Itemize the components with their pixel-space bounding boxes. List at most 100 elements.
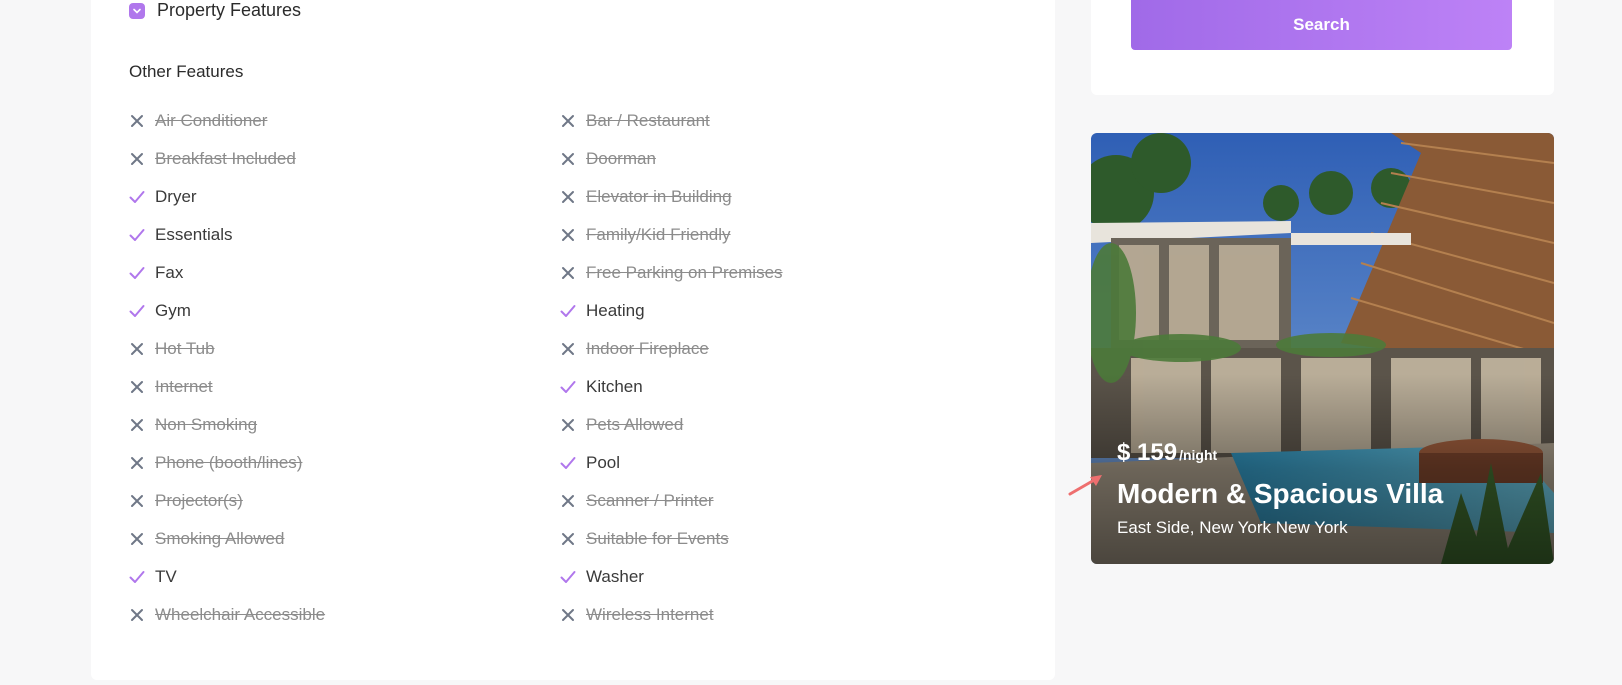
- close-icon: [560, 341, 576, 357]
- close-icon: [129, 151, 145, 167]
- chevron-down-icon: [129, 2, 145, 19]
- features-column-left: Air Conditioner Breakfast Included Dryer Es…: [129, 102, 560, 634]
- check-icon: [129, 227, 145, 243]
- feature-item: TV: [129, 558, 560, 596]
- feature-item: Washer: [560, 558, 991, 596]
- feature-label: Pets Allowed: [586, 415, 684, 434]
- check-icon: [129, 303, 145, 319]
- feature-label: Gym: [155, 301, 191, 320]
- feature-item: Wheelchair Accessible: [129, 596, 560, 634]
- feature-label: TV: [155, 567, 177, 586]
- feature-label: Fax: [155, 263, 184, 282]
- feature-item: Wireless Internet: [560, 596, 991, 634]
- feature-item: Elevator in Building: [560, 178, 991, 216]
- features-card: Property Features Other Features Air Con…: [91, 0, 1055, 680]
- listing-price: $ 159/night: [1117, 439, 1217, 467]
- listing-title[interactable]: Modern & Spacious Villa: [1117, 478, 1443, 510]
- listing-card[interactable]: $ 159/night Modern & Spacious Villa East…: [1091, 133, 1554, 564]
- close-icon: [560, 417, 576, 433]
- feature-item: Scanner / Printer: [560, 482, 991, 520]
- close-icon: [560, 265, 576, 281]
- feature-label: Indoor Fireplace: [586, 339, 709, 358]
- search-button[interactable]: Search: [1131, 0, 1512, 50]
- feature-label: Kitchen: [586, 377, 643, 396]
- feature-item: Hot Tub: [129, 330, 560, 368]
- feature-item: Heating: [560, 292, 991, 330]
- feature-item: Gym: [129, 292, 560, 330]
- feature-label: Dryer: [155, 187, 197, 206]
- feature-label: Phone (booth/lines): [155, 453, 303, 472]
- check-icon: [129, 189, 145, 205]
- close-icon: [560, 227, 576, 243]
- check-icon: [560, 455, 576, 471]
- close-icon: [129, 417, 145, 433]
- close-icon: [560, 113, 576, 129]
- feature-item: Air Conditioner: [129, 102, 560, 140]
- feature-label: Free Parking on Premises: [586, 263, 783, 282]
- feature-label: Wheelchair Accessible: [155, 605, 326, 624]
- close-icon: [129, 607, 145, 623]
- features-list: Air Conditioner Breakfast Included Dryer Es…: [129, 102, 1009, 634]
- feature-label: Washer: [586, 567, 644, 586]
- feature-item: Dryer: [129, 178, 560, 216]
- feature-label: Bar / Restaurant: [586, 111, 710, 130]
- feature-label: Heating: [586, 301, 645, 320]
- close-icon: [560, 493, 576, 509]
- feature-item: Smoking Allowed: [129, 520, 560, 558]
- feature-label: Suitable for Events: [586, 529, 729, 548]
- feature-item: Family/Kid Friendly: [560, 216, 991, 254]
- feature-label: Doorman: [586, 149, 656, 168]
- feature-label: Non Smoking: [155, 415, 258, 434]
- feature-label: Elevator in Building: [586, 187, 732, 206]
- feature-item: Suitable for Events: [560, 520, 991, 558]
- feature-label: Internet: [155, 377, 213, 396]
- search-card: Search: [1091, 0, 1554, 95]
- close-icon: [129, 455, 145, 471]
- feature-label: Air Conditioner: [155, 111, 268, 130]
- property-features-toggle[interactable]: Property Features: [129, 0, 301, 21]
- cursor-arrow-icon: [1068, 475, 1102, 496]
- feature-item: Internet: [129, 368, 560, 406]
- close-icon: [560, 607, 576, 623]
- feature-label: Wireless Internet: [586, 605, 714, 624]
- close-icon: [129, 379, 145, 395]
- feature-item: Doorman: [560, 140, 991, 178]
- close-icon: [129, 113, 145, 129]
- feature-item: Indoor Fireplace: [560, 330, 991, 368]
- section-title: Property Features: [157, 0, 302, 20]
- feature-label: Pool: [586, 453, 621, 472]
- feature-label: Breakfast Included: [155, 149, 296, 168]
- feature-item: Projector(s): [129, 482, 560, 520]
- check-icon: [560, 379, 576, 395]
- price-value: $ 159: [1117, 439, 1178, 466]
- feature-label: Hot Tub: [155, 339, 215, 358]
- feature-item: Pets Allowed: [560, 406, 991, 444]
- feature-item: Breakfast Included: [129, 140, 560, 178]
- check-icon: [560, 303, 576, 319]
- feature-item: Fax: [129, 254, 560, 292]
- feature-item: Kitchen: [560, 368, 991, 406]
- check-icon: [129, 265, 145, 281]
- other-features-title: Other Features: [129, 62, 244, 81]
- features-column-right: Bar / Restaurant Doorman Elevator in Build…: [560, 102, 991, 634]
- close-icon: [129, 493, 145, 509]
- feature-item: Free Parking on Premises: [560, 254, 991, 292]
- feature-item: Bar / Restaurant: [560, 102, 991, 140]
- price-unit: /night: [1179, 447, 1218, 463]
- feature-item: Phone (booth/lines): [129, 444, 560, 482]
- feature-label: Smoking Allowed: [155, 529, 285, 548]
- feature-label: Family/Kid Friendly: [586, 225, 731, 244]
- close-icon: [560, 531, 576, 547]
- feature-label: Projector(s): [155, 491, 243, 510]
- feature-label: Scanner / Printer: [586, 491, 714, 510]
- feature-item: Non Smoking: [129, 406, 560, 444]
- close-icon: [560, 189, 576, 205]
- close-icon: [129, 531, 145, 547]
- feature-item: Pool: [560, 444, 991, 482]
- feature-item: Essentials: [129, 216, 560, 254]
- close-icon: [129, 341, 145, 357]
- listing-address: East Side, New York New York: [1117, 518, 1348, 537]
- check-icon: [560, 569, 576, 585]
- check-icon: [129, 569, 145, 585]
- close-icon: [560, 151, 576, 167]
